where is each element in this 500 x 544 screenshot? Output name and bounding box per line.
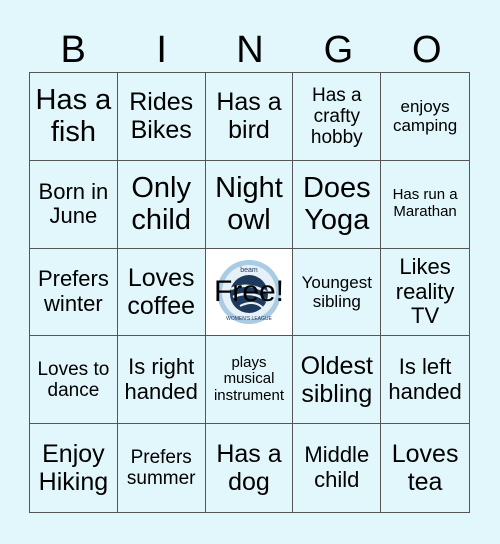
bingo-cell[interactable]: Enjoy Hiking: [30, 424, 118, 512]
bingo-cell[interactable]: Is left handed: [381, 336, 469, 425]
header-letter-g: G: [323, 29, 354, 71]
bingo-cell[interactable]: Prefers winter: [30, 248, 118, 337]
bingo-cell[interactable]: Has a fish: [30, 73, 118, 161]
header-letter-n: N: [236, 29, 264, 71]
bingo-cell[interactable]: enjoys camping: [381, 73, 469, 161]
bingo-cell[interactable]: Night owl: [205, 160, 294, 249]
bingo-cell[interactable]: Youngest sibling: [293, 248, 382, 337]
bingo-cell[interactable]: Has run a Marathan: [381, 161, 469, 249]
header-letter-b: B: [60, 29, 86, 71]
bingo-cell[interactable]: Loves to dance: [30, 336, 118, 425]
logo-bottom-text: WOMEN'S LEAGUE: [226, 316, 272, 322]
bingo-cell[interactable]: Has a dog: [206, 424, 294, 512]
bingo-cell[interactable]: Is right handed: [117, 336, 206, 425]
free-space-label: Free!: [213, 275, 284, 309]
bingo-header: B I N G O: [29, 30, 471, 70]
bingo-cell[interactable]: Does Yoga: [293, 160, 382, 249]
bingo-cell[interactable]: Rides Bikes: [117, 73, 206, 161]
bingo-cell[interactable]: plays musical instrument: [205, 336, 294, 425]
bingo-cell[interactable]: Prefers summer: [118, 424, 206, 512]
bingo-cell[interactable]: Loves tea: [381, 424, 469, 512]
bingo-cell[interactable]: Middle child: [293, 424, 382, 512]
bingo-cell[interactable]: Only child: [117, 160, 206, 249]
header-letter-o: O: [412, 29, 442, 71]
bingo-cell[interactable]: Born in June: [30, 160, 118, 249]
logo-top-text: beam: [240, 267, 258, 274]
bingo-cell[interactable]: Has a crafty hobby: [293, 73, 382, 161]
free-space-cell[interactable]: beam WOMEN'S LEAGUE Free!: [205, 248, 294, 337]
header-letter-i: I: [156, 29, 167, 71]
bingo-cell[interactable]: Oldest sibling: [293, 336, 382, 425]
bingo-cell[interactable]: Likes reality TV: [381, 249, 469, 337]
bingo-cell[interactable]: Has a bird: [205, 73, 294, 161]
bingo-cell[interactable]: Loves coffee: [117, 248, 206, 337]
bingo-grid: Has a fish Rides Bikes Has a bird Has a …: [29, 72, 470, 513]
